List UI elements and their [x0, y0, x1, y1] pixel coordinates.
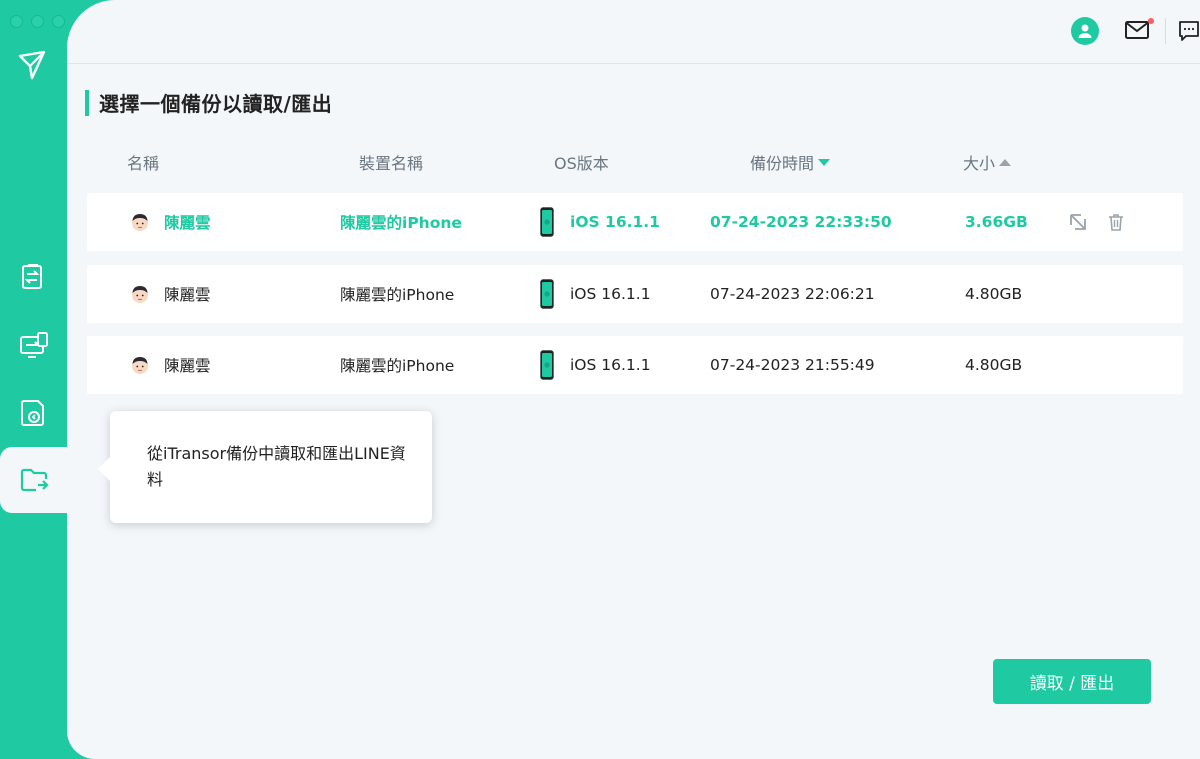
row-name-cell: 陳麗雲 [130, 336, 211, 394]
row-size: 4.80GB [965, 285, 1023, 303]
sidebar-tooltip: 從iTransor備份中讀取和匯出LINE資料 [98, 411, 432, 523]
column-name-label: 名稱 [127, 154, 160, 173]
sort-descending-icon [818, 158, 831, 166]
sort-ascending-icon [999, 158, 1012, 166]
restore-arrow-icon[interactable] [1068, 212, 1088, 232]
row-os-cell: iOS 16.1.1 [540, 265, 651, 323]
row-os-cell: iOS 16.1.1 [540, 336, 651, 394]
user-avatar-icon [132, 214, 148, 231]
user-avatar-icon [132, 286, 148, 303]
row-name-cell: 陳麗雲 [130, 265, 211, 323]
row-device: 陳麗雲的iPhone [340, 214, 462, 232]
row-time: 07-24-2023 22:33:50 [710, 213, 892, 231]
app-logo-icon [18, 50, 46, 80]
sidebar-item-transfer[interactable] [0, 245, 68, 311]
transfer-doc-icon [22, 264, 42, 289]
account-icon [1078, 24, 1092, 38]
column-device-label: 裝置名稱 [359, 154, 424, 173]
minimize-window-button[interactable] [31, 15, 44, 28]
row-device: 陳麗雲的iPhone [340, 357, 455, 375]
trash-icon[interactable] [1106, 212, 1126, 232]
row-size-cell: 4.80GB [965, 265, 1022, 323]
row-size: 4.80GB [965, 356, 1023, 374]
row-device: 陳麗雲的iPhone [340, 286, 455, 304]
row-time: 07-24-2023 21:55:49 [710, 356, 875, 374]
row-size: 3.66GB [965, 213, 1028, 231]
device-transfer-icon [20, 332, 48, 358]
row-name: 陳麗雲 [164, 357, 211, 375]
column-header-name: 名稱 [127, 150, 159, 174]
row-device-cell: 陳麗雲的iPhone [340, 336, 454, 394]
row-name-cell: 陳麗雲 [130, 193, 211, 251]
sidebar-item-restore[interactable] [0, 380, 68, 446]
window-controls [10, 15, 65, 28]
feedback-icon [1179, 21, 1199, 41]
page-title: 選擇一個備份以讀取/匯出 [85, 88, 332, 117]
iphone-icon [540, 279, 554, 309]
top-icons [1071, 17, 1200, 45]
column-header-size[interactable]: 大小 [963, 150, 1012, 174]
page-title-text: 選擇一個備份以讀取/匯出 [99, 92, 333, 116]
row-time-cell: 07-24-2023 22:33:50 [710, 193, 892, 251]
mail-icon [1125, 21, 1149, 39]
row-actions [1068, 193, 1126, 251]
title-accent-bar [85, 89, 89, 116]
tooltip-text: 從iTransor備份中讀取和匯出LINE資料 [147, 444, 406, 489]
row-size-cell: 4.80GB [965, 336, 1022, 394]
sidebar-item-export[interactable] [0, 447, 68, 513]
feedback-button[interactable] [1178, 20, 1200, 42]
main-panel: 選擇一個備份以讀取/匯出 名稱 裝置名稱 OS版本 備份時間 大小 陳麗雲 陳麗… [67, 0, 1200, 759]
row-os: iOS 16.1.1 [570, 356, 651, 374]
column-time-label: 備份時間 [750, 154, 815, 173]
sidebar [0, 0, 68, 759]
user-avatar-icon [132, 357, 148, 374]
row-time-cell: 07-24-2023 21:55:49 [710, 336, 875, 394]
column-size-label: 大小 [963, 154, 996, 173]
account-button[interactable] [1071, 17, 1099, 45]
row-os-cell: iOS 16.1.1 [540, 193, 660, 251]
close-window-button[interactable] [10, 15, 23, 28]
iphone-icon [540, 350, 554, 380]
table-row[interactable]: 陳麗雲 陳麗雲的iPhone iOS 16.1.1 07-24-2023 22:… [87, 193, 1183, 251]
top-bar [67, 0, 1200, 64]
notification-dot [1148, 18, 1154, 24]
column-header-time[interactable]: 備份時間 [750, 150, 831, 174]
row-device-cell: 陳麗雲的iPhone [340, 265, 454, 323]
top-divider [1165, 18, 1166, 44]
row-os: iOS 16.1.1 [570, 213, 660, 231]
iphone-icon [540, 207, 554, 237]
table-header: 名稱 裝置名稱 OS版本 備份時間 大小 [87, 148, 1183, 176]
row-os: iOS 16.1.1 [570, 285, 651, 303]
mail-button[interactable] [1125, 18, 1154, 41]
column-os-label: OS版本 [554, 154, 609, 173]
row-device-cell: 陳麗雲的iPhone [340, 193, 462, 251]
sidebar-item-device-transfer[interactable] [0, 312, 68, 378]
row-name: 陳麗雲 [164, 214, 211, 232]
row-size-cell: 3.66GB [965, 193, 1028, 251]
read-export-button[interactable]: 讀取 / 匯出 [993, 659, 1151, 704]
column-header-device: 裝置名稱 [359, 150, 423, 174]
restore-icon [21, 400, 44, 426]
row-time: 07-24-2023 22:06:21 [710, 285, 875, 303]
export-folder-icon [20, 468, 49, 492]
table-row[interactable]: 陳麗雲 陳麗雲的iPhone iOS 16.1.1 07-24-2023 21:… [87, 336, 1183, 394]
table-row[interactable]: 陳麗雲 陳麗雲的iPhone iOS 16.1.1 07-24-2023 22:… [87, 265, 1183, 323]
app-window: 選擇一個備份以讀取/匯出 名稱 裝置名稱 OS版本 備份時間 大小 陳麗雲 陳麗… [0, 0, 1200, 759]
column-header-os: OS版本 [554, 150, 609, 174]
row-time-cell: 07-24-2023 22:06:21 [710, 265, 875, 323]
row-name: 陳麗雲 [164, 286, 211, 304]
zoom-window-button[interactable] [52, 15, 65, 28]
